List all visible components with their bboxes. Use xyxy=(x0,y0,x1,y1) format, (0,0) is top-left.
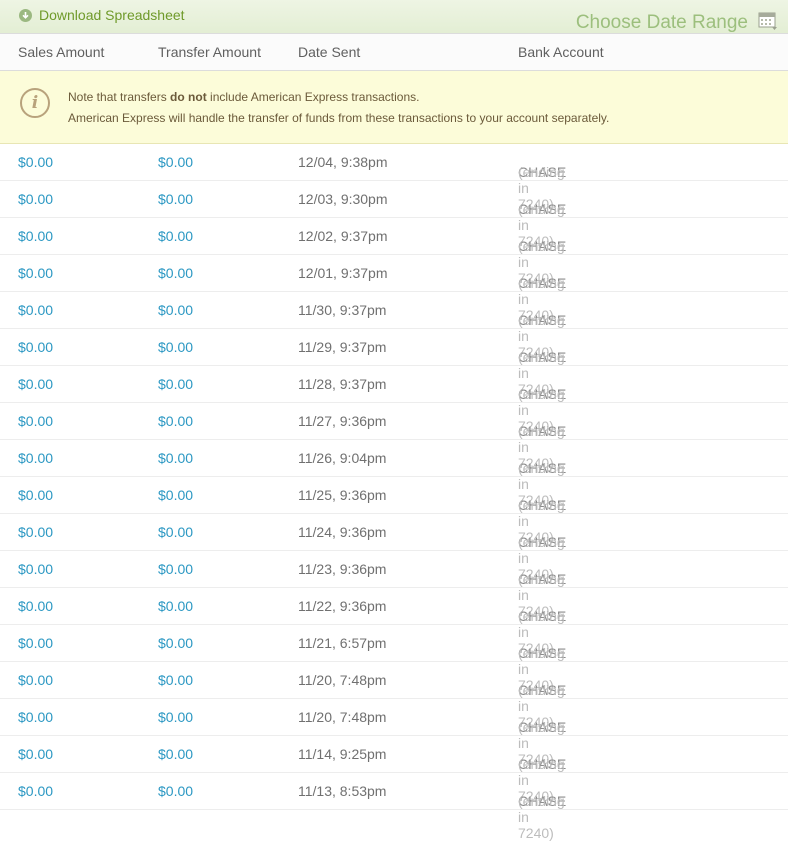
notice-line-2: American Express will handle the transfe… xyxy=(68,111,610,125)
calendar-icon xyxy=(758,10,778,36)
transfer-amount-cell[interactable]: $0.00 xyxy=(158,672,193,688)
table-row: $0.00 $0.00 11/14, 9:25pm CHASE (ending in … xyxy=(0,736,788,804)
table-row: $0.00 $0.00 11/21, 6:57pm CHASE (ending in … xyxy=(0,625,788,693)
table-row: $0.00 $0.00 11/27, 9:36pm CHASE (ending in … xyxy=(0,403,788,471)
transfer-amount-cell[interactable]: $0.00 xyxy=(158,561,193,577)
sales-amount-cell[interactable]: $0.00 xyxy=(18,191,53,207)
table-row: $0.00 $0.00 11/28, 9:37pm CHASE (ending in … xyxy=(0,366,788,434)
notice-text-after: include American Express transactions. xyxy=(206,90,420,104)
date-sent-cell: 11/25, 9:36pm xyxy=(298,487,387,503)
column-header-transfer-amount[interactable]: Transfer Amount xyxy=(158,44,261,60)
table-row: $0.00 $0.00 11/22, 9:36pm CHASE (ending in … xyxy=(0,588,788,656)
transfer-amount-cell[interactable]: $0.00 xyxy=(158,635,193,651)
transfer-amount-cell[interactable]: $0.00 xyxy=(158,154,193,170)
date-sent-cell: 11/24, 9:36pm xyxy=(298,524,387,540)
transfers-table-body: $0.00 $0.00 12/04, 9:38pm CHASE (ending in … xyxy=(0,144,788,841)
date-sent-cell: 11/20, 7:48pm xyxy=(298,709,387,725)
sales-amount-cell[interactable]: $0.00 xyxy=(18,450,53,466)
table-row: $0.00 $0.00 12/04, 9:38pm CHASE (ending in … xyxy=(0,144,788,212)
transfer-amount-cell[interactable]: $0.00 xyxy=(158,376,193,392)
date-sent-cell: 12/04, 9:38pm xyxy=(298,154,388,170)
date-sent-cell: 12/03, 9:30pm xyxy=(298,191,388,207)
sales-amount-cell[interactable]: $0.00 xyxy=(18,524,53,540)
notice-line-1: Note that transfers do not include Ameri… xyxy=(68,90,419,104)
table-row: $0.00 $0.00 11/29, 9:37pm CHASE (ending in … xyxy=(0,329,788,397)
date-sent-cell: 11/28, 9:37pm xyxy=(298,376,387,392)
sales-amount-cell[interactable]: $0.00 xyxy=(18,746,53,762)
transfer-amount-cell[interactable]: $0.00 xyxy=(158,228,193,244)
choose-date-range-button[interactable]: Choose Date Range xyxy=(576,10,778,36)
toolbar: Download Spreadsheet Choose Date Range xyxy=(0,0,788,34)
table-row: $0.00 $0.00 11/24, 9:36pm CHASE (ending in … xyxy=(0,514,788,582)
table-row: $0.00 $0.00 11/30, 9:37pm CHASE (ending in … xyxy=(0,292,788,360)
table-row: $0.00 $0.00 11/26, 9:04pm CHASE (ending in … xyxy=(0,440,788,508)
sales-amount-cell[interactable]: $0.00 xyxy=(18,598,53,614)
column-header-sales-amount[interactable]: Sales Amount xyxy=(18,44,104,60)
transfer-amount-cell[interactable]: $0.00 xyxy=(158,339,193,355)
transfer-amount-cell[interactable]: $0.00 xyxy=(158,265,193,281)
table-row: $0.00 $0.00 11/20, 7:48pm CHASE (ending in … xyxy=(0,699,788,767)
table-row: $0.00 $0.00 12/03, 9:30pm CHASE (ending in … xyxy=(0,181,788,249)
date-sent-cell: 11/20, 7:48pm xyxy=(298,672,387,688)
transfer-amount-cell[interactable]: $0.00 xyxy=(158,487,193,503)
transfer-amount-cell[interactable]: $0.00 xyxy=(158,524,193,540)
sales-amount-cell[interactable]: $0.00 xyxy=(18,154,53,170)
transfer-amount-cell[interactable]: $0.00 xyxy=(158,598,193,614)
date-sent-cell: 12/01, 9:37pm xyxy=(298,265,388,281)
date-sent-cell: 11/21, 6:57pm xyxy=(298,635,387,651)
column-header-bank-account[interactable]: Bank Account xyxy=(518,44,604,60)
sales-amount-cell[interactable]: $0.00 xyxy=(18,672,53,688)
date-sent-cell: 11/26, 9:04pm xyxy=(298,450,387,466)
date-sent-cell: 11/27, 9:36pm xyxy=(298,413,387,429)
transfer-amount-cell[interactable]: $0.00 xyxy=(158,450,193,466)
sales-amount-cell[interactable]: $0.00 xyxy=(18,228,53,244)
table-row: $0.00 $0.00 11/23, 9:36pm CHASE (ending in … xyxy=(0,551,788,619)
date-sent-cell: 11/13, 8:53pm xyxy=(298,783,387,799)
date-sent-cell: 11/23, 9:36pm xyxy=(298,561,387,577)
download-label: Download Spreadsheet xyxy=(39,7,185,23)
transfer-amount-cell[interactable]: $0.00 xyxy=(158,191,193,207)
notice-emphasis: do not xyxy=(170,90,207,104)
column-header-date-sent[interactable]: Date Sent xyxy=(298,44,360,60)
sales-amount-cell[interactable]: $0.00 xyxy=(18,265,53,281)
sales-amount-cell[interactable]: $0.00 xyxy=(18,302,53,318)
date-sent-cell: 12/02, 9:37pm xyxy=(298,228,388,244)
sales-amount-cell[interactable]: $0.00 xyxy=(18,709,53,725)
download-spreadsheet-button[interactable]: Download Spreadsheet xyxy=(19,7,185,23)
sales-amount-cell[interactable]: $0.00 xyxy=(18,635,53,651)
table-row: $0.00 $0.00 11/13, 8:53pm CHASE (ending in … xyxy=(0,773,788,841)
sales-amount-cell[interactable]: $0.00 xyxy=(18,487,53,503)
date-sent-cell: 11/29, 9:37pm xyxy=(298,339,387,355)
transfer-amount-cell[interactable]: $0.00 xyxy=(158,302,193,318)
transfer-amount-cell[interactable]: $0.00 xyxy=(158,413,193,429)
transfer-amount-cell[interactable]: $0.00 xyxy=(158,746,193,762)
table-row: $0.00 $0.00 11/20, 7:48pm CHASE (ending in … xyxy=(0,662,788,730)
sales-amount-cell[interactable]: $0.00 xyxy=(18,561,53,577)
date-sent-cell: 11/30, 9:37pm xyxy=(298,302,387,318)
date-sent-cell: 11/22, 9:36pm xyxy=(298,598,387,614)
info-icon: i xyxy=(20,88,50,118)
sales-amount-cell[interactable]: $0.00 xyxy=(18,376,53,392)
sales-amount-cell[interactable]: $0.00 xyxy=(18,339,53,355)
account-ending: (ending in 7240) xyxy=(518,793,565,841)
notice-text-before: Note that transfers xyxy=(68,90,171,104)
date-sent-cell: 11/14, 9:25pm xyxy=(298,746,387,762)
amex-notice: i Note that transfers do not include Ame… xyxy=(0,71,788,144)
table-header: Sales Amount Transfer Amount Date Sent B… xyxy=(0,34,788,71)
sales-amount-cell[interactable]: $0.00 xyxy=(18,783,53,799)
date-range-label: Choose Date Range xyxy=(575,12,748,33)
table-row: $0.00 $0.00 12/01, 9:37pm CHASE (ending in … xyxy=(0,255,788,323)
table-row: $0.00 $0.00 12/02, 9:37pm CHASE (ending in … xyxy=(0,218,788,286)
sales-amount-cell[interactable]: $0.00 xyxy=(18,413,53,429)
transfer-amount-cell[interactable]: $0.00 xyxy=(158,783,193,799)
table-row: $0.00 $0.00 11/25, 9:36pm CHASE (ending in … xyxy=(0,477,788,545)
download-circle-icon xyxy=(19,8,32,22)
transfer-amount-cell[interactable]: $0.00 xyxy=(158,709,193,725)
